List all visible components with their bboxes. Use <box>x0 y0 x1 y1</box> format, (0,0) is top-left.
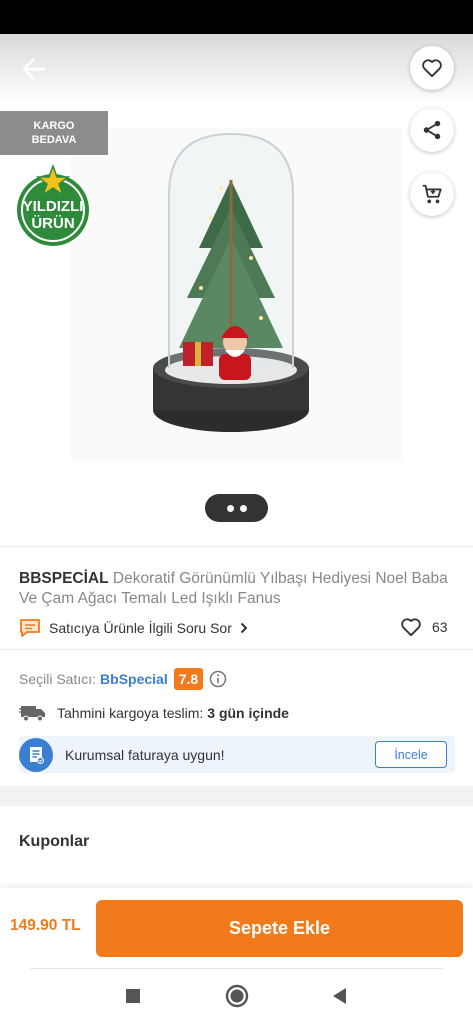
document-icon <box>30 746 44 764</box>
product-price: 149.90 TL <box>10 917 81 934</box>
inspect-button[interactable]: İncele <box>375 741 447 768</box>
ask-seller-link[interactable]: Satıcıya Ürünle İlgili Soru Sor <box>19 618 248 638</box>
info-icon[interactable] <box>209 670 227 688</box>
chevron-right-icon <box>240 622 248 634</box>
star-badge-line-2: ÜRÜN <box>31 215 74 232</box>
arrow-left-icon <box>22 58 46 80</box>
circle-icon <box>225 984 249 1008</box>
product-title: BBSPECİAL Dekoratif Görünümlü Yılbaşı He… <box>19 569 455 609</box>
heart-outline-icon <box>401 618 421 637</box>
share-icon <box>423 120 441 140</box>
add-to-cart-button[interactable]: Sepete Ekle <box>96 900 463 957</box>
square-icon <box>126 989 140 1003</box>
cart-button[interactable] <box>410 172 454 216</box>
back-button[interactable] <box>18 54 50 84</box>
gallery-top-fade <box>0 34 473 104</box>
cargo-badge-line-2: BEDAVA <box>31 134 77 146</box>
system-nav-bar <box>0 968 473 1024</box>
like-count: 63 <box>432 619 448 635</box>
triangle-back-icon <box>333 988 346 1004</box>
favorite-button[interactable] <box>410 46 454 90</box>
star-product-badge: YILDIZLI ÜRÜN <box>17 164 89 246</box>
back-nav-button[interactable] <box>327 984 351 1008</box>
free-shipping-badge: KARGO BEDAVA <box>0 111 108 155</box>
share-button[interactable] <box>410 108 454 152</box>
coupons-title: Kuponlar <box>19 833 90 850</box>
seller-label: Seçili Satıcı: <box>19 671 97 687</box>
product-info-section: BBSPECİAL Dekoratif Görünümlü Yılbaşı He… <box>0 546 473 786</box>
recents-button[interactable] <box>121 984 145 1008</box>
like-counter[interactable]: 63 <box>400 617 448 637</box>
cargo-badge-line-1: KARGO <box>33 120 75 132</box>
ask-seller-label: Satıcıya Ürünle İlgili Soru Sor <box>49 620 232 636</box>
product-brand[interactable]: BBSPECİAL <box>19 570 109 587</box>
home-button[interactable] <box>225 984 249 1008</box>
seller-row: Seçili Satıcı: BbSpecial 7.8 <box>19 668 227 690</box>
heart-icon <box>422 59 442 78</box>
invoice-icon <box>19 737 53 772</box>
product-image[interactable] <box>71 128 402 461</box>
section-divider <box>0 649 473 650</box>
image-pager <box>205 494 268 522</box>
star-badge-line-1: YILDIZLI <box>23 198 84 215</box>
seller-rating-badge: 7.8 <box>173 668 204 690</box>
product-gallery[interactable]: KARGO BEDAVA YILDIZLI ÜRÜN <box>0 34 473 546</box>
nav-divider <box>30 968 443 969</box>
shipping-value: 3 gün içinde <box>207 705 289 721</box>
shipping-label: Tahmini kargoya teslim: <box>57 705 204 721</box>
invoice-text: Kurumsal faturaya uygun! <box>65 746 225 763</box>
seller-name[interactable]: BbSpecial <box>100 671 168 687</box>
pager-dot <box>239 504 247 512</box>
section-gap <box>0 786 473 806</box>
shipping-row: Tahmini kargoya teslim: 3 gün içinde <box>19 704 289 722</box>
status-bar <box>0 0 473 34</box>
truck-icon <box>19 706 45 722</box>
corporate-invoice-banner: Kurumsal faturaya uygun! İncele <box>19 736 455 773</box>
cart-icon <box>422 184 442 204</box>
coupons-section[interactable]: Kuponlar <box>0 806 473 876</box>
pager-dot <box>226 504 234 512</box>
chat-icon <box>20 619 40 637</box>
purchase-bar: 149.90 TL Sepete Ekle <box>0 888 473 968</box>
